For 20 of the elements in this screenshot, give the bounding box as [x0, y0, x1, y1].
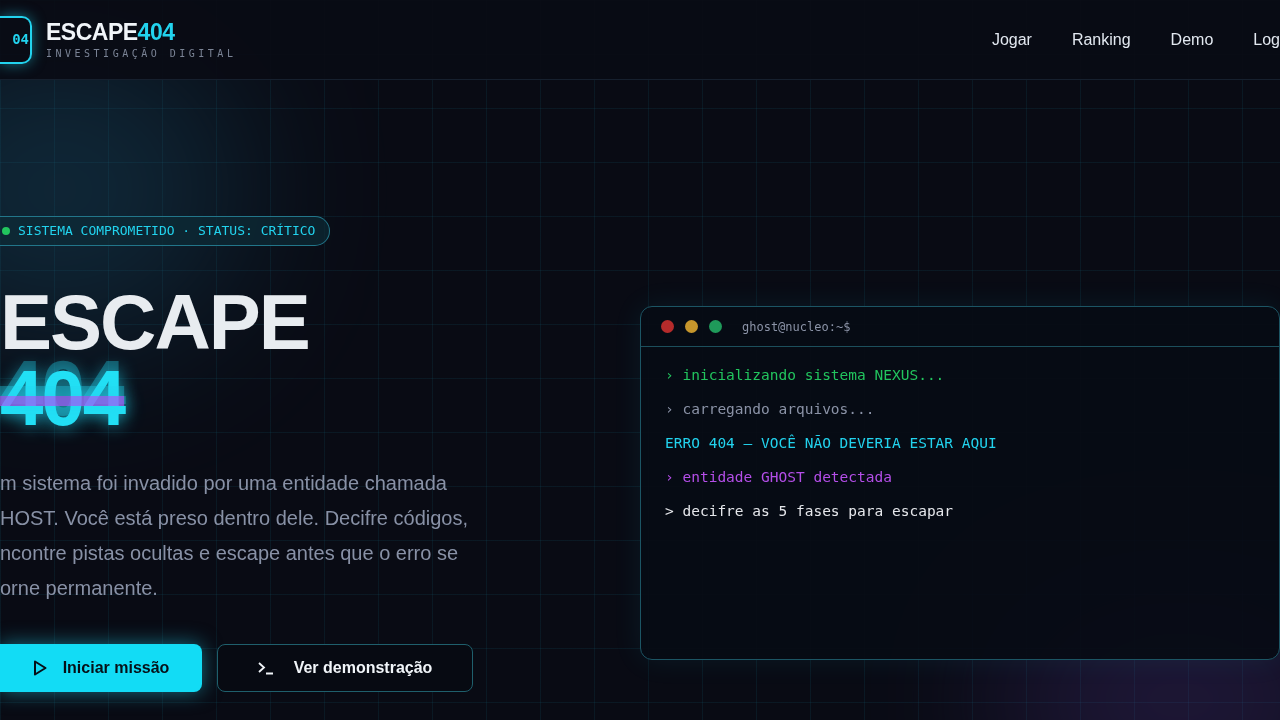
logo-name: ESCAPE404	[46, 18, 176, 46]
terminal-line: ERRO 404 — VOCÊ NÃO DEVERIA ESTAR AQUI	[665, 433, 998, 453]
headline: ESCAPE	[0, 284, 310, 360]
demo-button[interactable]: Ver demonstração	[217, 644, 473, 692]
terminal-line: › inicializando sistema NEXUS...	[665, 366, 946, 385]
terminal-line: > decifre as 5 fases para escapar	[665, 502, 955, 521]
nav-link[interactable]: Log	[1253, 27, 1280, 52]
status-text: SISTEMA COMPROMETIDO · STATUS: CRÍTICO	[18, 222, 316, 241]
terminal-line: › carregando arquivos...	[665, 400, 876, 419]
description: m sistema foi invadido por uma entidade chamada HOST. Você está preso dentro dele. Decifre códigos, ncontre pistas ocultas e escape antes que o erro se orne permanente.	[0, 471, 470, 601]
nav-link[interactable]: Jogar	[991, 27, 1032, 52]
nav-link[interactable]: Demo	[1170, 27, 1214, 52]
terminal-title: ghost@nucleo:~$	[742, 318, 851, 336]
logo-badge: 04	[0, 15, 32, 64]
terminal-line: › entidade GHOST detectada	[665, 468, 893, 487]
logo-tagline: INVESTIGAÇÃO DIGITAL	[46, 46, 237, 61]
nav-link[interactable]: Ranking	[1071, 27, 1131, 52]
play-icon	[32, 660, 47, 676]
terminal-icon	[257, 661, 274, 675]
start-button[interactable]: Iniciar missão	[0, 644, 202, 692]
